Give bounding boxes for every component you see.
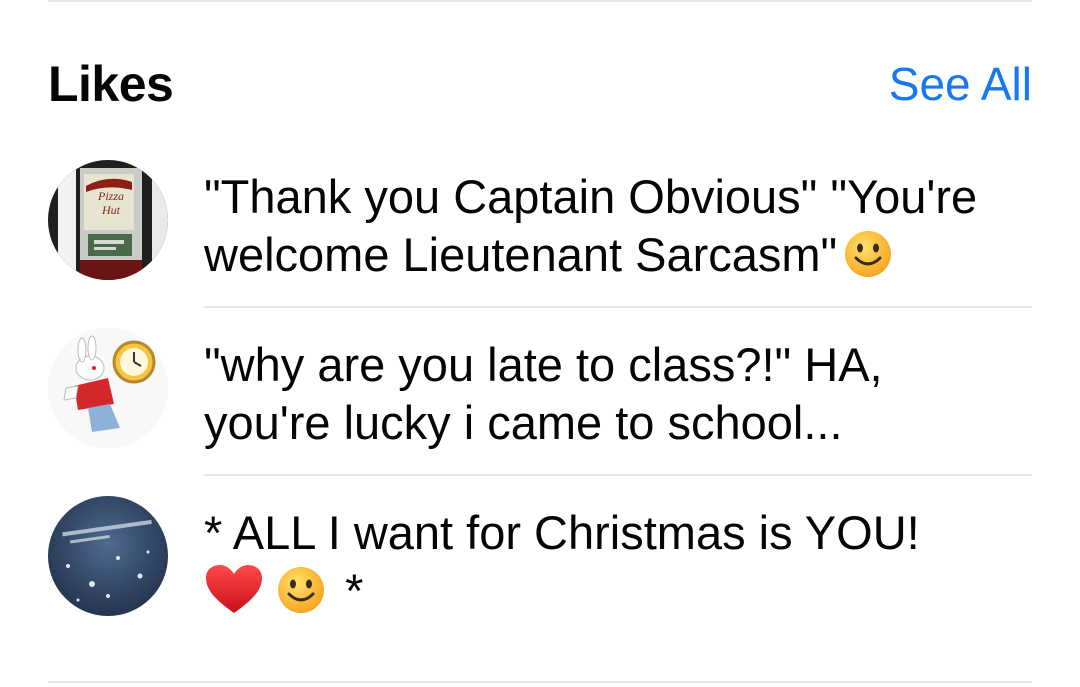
like-text-line-1: * ALL I want for Christmas is YOU! [204, 506, 920, 559]
see-all-link[interactable]: See All [889, 57, 1032, 111]
likes-header: Likes See All [48, 52, 1032, 116]
like-text-line-2-suffix: * [345, 564, 364, 617]
smiley-face-icon [843, 229, 893, 292]
white-rabbit-clock-avatar[interactable] [48, 328, 168, 448]
like-text-line-1: "why are you late to class?!" HA, [204, 338, 883, 391]
bottom-divider [48, 681, 1032, 683]
like-text[interactable]: "Thank you Captain Obvious" "You're welc… [204, 168, 1032, 292]
section-title: Likes [48, 56, 174, 112]
like-text[interactable]: "why are you late to class?!" HA, you're… [204, 336, 1032, 452]
like-text[interactable]: * ALL I want for Christmas is YOU! * [204, 504, 1032, 628]
christmas-snow-avatar[interactable] [48, 496, 168, 616]
like-text-line-2: welcome Lieutenant Sarcasm" [204, 226, 1032, 292]
pizza-hut-sign-avatar[interactable]: Pizza Hut [48, 160, 168, 280]
svg-text:Hut: Hut [101, 203, 121, 217]
like-text-line-2: * [204, 562, 1032, 628]
list-item[interactable]: Pizza Hut "Thank you Captain Obvious" "Y… [0, 140, 1080, 308]
like-text-line-2-text: welcome Lieutenant Sarcasm" [204, 228, 838, 281]
list-item[interactable]: "why are you late to class?!" HA, you're… [0, 308, 1080, 476]
smiley-face-icon [276, 565, 326, 628]
like-text-line-2: you're lucky i came to school... [204, 396, 843, 449]
svg-text:Pizza: Pizza [97, 189, 124, 203]
like-text-line-1: "Thank you Captain Obvious" "You're [204, 170, 978, 223]
likes-list: Pizza Hut "Thank you Captain Obvious" "Y… [0, 140, 1080, 644]
list-item[interactable]: * ALL I want for Christmas is YOU! * [0, 476, 1080, 644]
red-heart-icon [204, 563, 264, 628]
top-divider [48, 0, 1032, 2]
